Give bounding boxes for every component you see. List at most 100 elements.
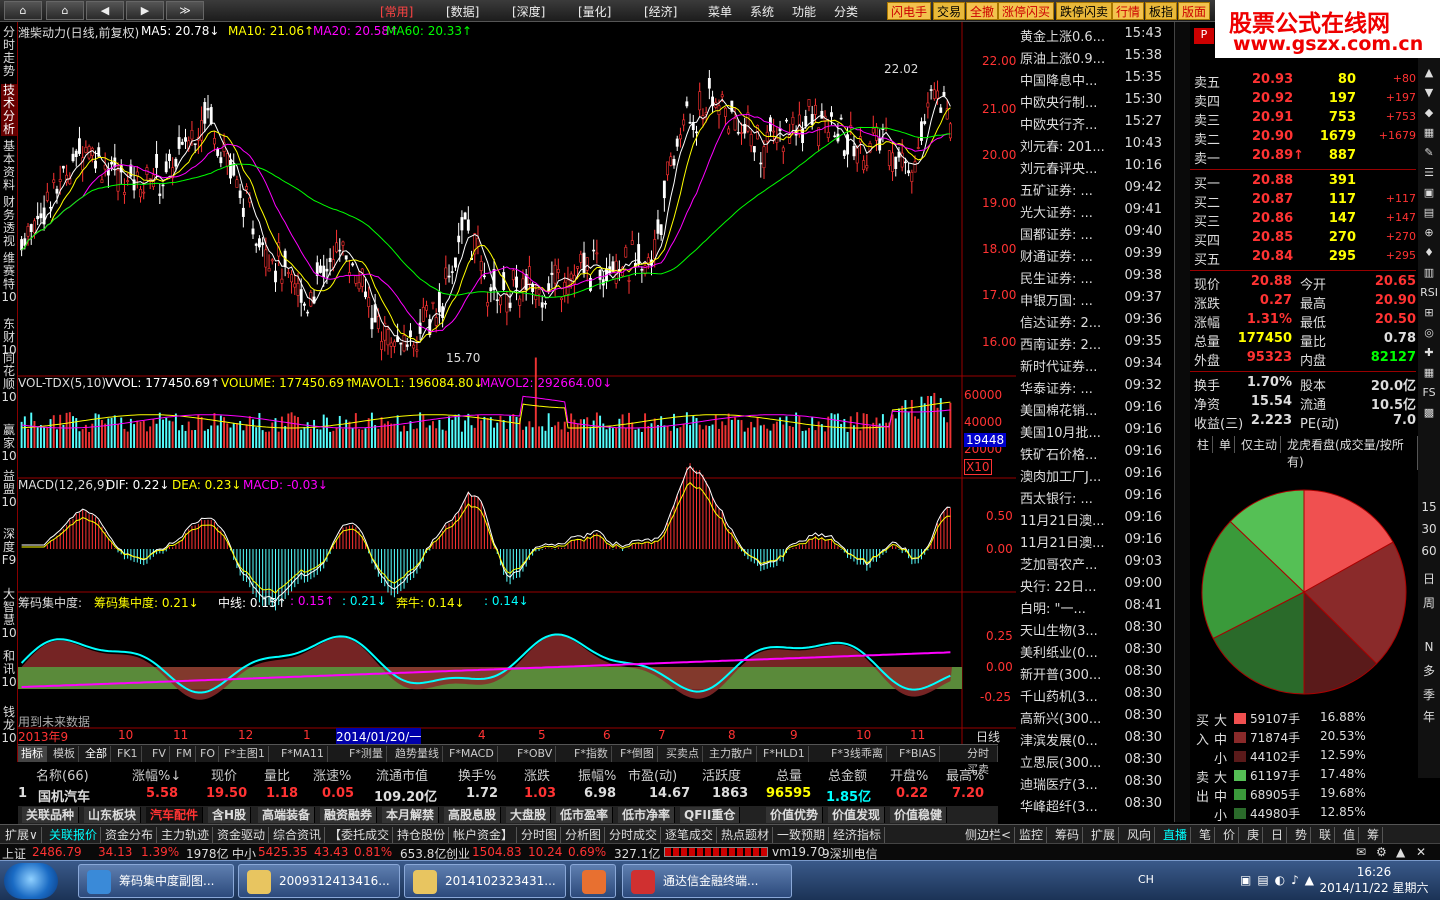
- period-button-1[interactable]: 30: [1420, 522, 1438, 536]
- side-tab-12[interactable]: 值: [1340, 827, 1360, 843]
- indicator-tab-12[interactable]: F*OBV: [514, 746, 557, 762]
- news-item[interactable]: 原油上涨0.9... 15:38: [1020, 48, 1170, 70]
- side-tab-7[interactable]: 价: [1220, 827, 1240, 843]
- col-pe[interactable]: 市盈(动): [628, 765, 677, 784]
- news-item[interactable]: 11月21日澳... 09:16: [1020, 510, 1170, 532]
- news-item[interactable]: 光大证券: ... 09:41: [1020, 202, 1170, 224]
- category-tab-1[interactable]: 山东板块: [84, 807, 142, 823]
- toolbar-icon-14[interactable]: ✚: [1420, 346, 1438, 359]
- news-item[interactable]: 黄金上涨0.6... 15:43: [1020, 26, 1170, 48]
- func-tab-3[interactable]: 主力轨迹: [158, 827, 214, 843]
- category-tab-7[interactable]: 高股息股: [444, 807, 502, 823]
- bid-row[interactable]: 买五 20.84 295 +295: [1194, 249, 1416, 268]
- category-tab-13[interactable]: 价值发现: [828, 807, 886, 823]
- func-tab-6[interactable]: 【委托成交: [326, 827, 394, 843]
- func-tab-8[interactable]: 帐户资金】: [450, 827, 518, 843]
- bid-row[interactable]: 买三 20.86 147 +147: [1194, 211, 1416, 230]
- news-item[interactable]: 中欧央行齐... 15:27: [1020, 114, 1170, 136]
- toolbar-icon-2[interactable]: ◆: [1420, 106, 1438, 119]
- indicator-tab-5[interactable]: FM: [173, 746, 196, 762]
- lefttab-basic[interactable]: 基本资料: [1, 140, 17, 192]
- func-tab-0[interactable]: 扩展∨: [2, 827, 42, 843]
- category-tab-14[interactable]: 价值稳健: [890, 807, 948, 823]
- func-tab-11[interactable]: 分时成交: [606, 827, 662, 843]
- side-tab-0[interactable]: 侧边栏<: [962, 827, 1016, 843]
- lefttab-finance[interactable]: 财务透视: [1, 196, 17, 248]
- menu-main[interactable]: 菜单: [708, 3, 732, 20]
- category-tab-11[interactable]: QFII重仓: [680, 807, 741, 823]
- period-button-4[interactable]: 周: [1420, 594, 1438, 611]
- home-button[interactable]: ⌂: [4, 1, 42, 20]
- toolbar-icon-13[interactable]: ◎: [1420, 326, 1438, 339]
- period-button-8[interactable]: 年: [1420, 708, 1438, 725]
- lefttab-timeshare[interactable]: 分时走势: [1, 26, 17, 78]
- toolbar-icon-12[interactable]: ⊞: [1420, 306, 1438, 319]
- news-item[interactable]: 财通证券: ... 09:39: [1020, 246, 1170, 268]
- func-tab-9[interactable]: 分时图: [518, 827, 562, 843]
- side-tab-4[interactable]: 风向: [1124, 827, 1156, 843]
- table-row[interactable]: 1 国机汽车 5.58 19.50 1.18 0.05 109.20亿 1.72…: [0, 784, 995, 806]
- forward-button[interactable]: ▶: [126, 1, 164, 20]
- ask-row[interactable]: 卖二 20.90 1679 +1679: [1194, 129, 1416, 148]
- indicator-tab-18[interactable]: F*3线乖离: [828, 746, 887, 762]
- news-item[interactable]: 迪瑞医疗(3... 08:30: [1020, 774, 1170, 796]
- category-tab-6[interactable]: 本月解禁: [382, 807, 440, 823]
- expand-button[interactable]: ≫: [166, 1, 204, 20]
- col-amplitude[interactable]: 振幅%: [578, 765, 616, 784]
- func-tab-10[interactable]: 分析图: [562, 827, 606, 843]
- news-item[interactable]: 美利纸业(0... 08:30: [1020, 642, 1170, 664]
- period-button-0[interactable]: 15: [1420, 500, 1438, 514]
- category-tab-3[interactable]: 含H股: [208, 807, 252, 823]
- taskbar-item-folder2[interactable]: 2014102323431...: [404, 864, 566, 898]
- period-button-5[interactable]: N: [1420, 640, 1438, 654]
- news-item[interactable]: 央行: 22日... 09:00: [1020, 576, 1170, 598]
- bid-row[interactable]: 买四 20.85 270 +270: [1194, 230, 1416, 249]
- indicator-tab-19[interactable]: F*BIAS: [896, 746, 941, 762]
- quick-limit-down-sell[interactable]: 跌停闪卖: [1056, 2, 1113, 20]
- category-tab-9[interactable]: 低市盈率: [556, 807, 614, 823]
- lefttab-dzh[interactable]: 大智慧10: [1, 588, 17, 640]
- side-tab-11[interactable]: 联: [1316, 827, 1336, 843]
- col-activity[interactable]: 活跃度: [702, 765, 741, 784]
- category-tab-0[interactable]: 关联品种: [22, 807, 80, 823]
- lefttab-f9[interactable]: 深度F9: [1, 528, 17, 567]
- indicator-tab-7[interactable]: F*主图1: [221, 746, 269, 762]
- toolbar-icon-7[interactable]: ▤: [1420, 206, 1438, 219]
- taskbar-item-browser[interactable]: 筹码集中度副图...: [78, 864, 234, 898]
- category-tab-12[interactable]: 价值优势: [766, 807, 824, 823]
- period-button-7[interactable]: 季: [1420, 686, 1438, 703]
- start-button[interactable]: [4, 863, 58, 899]
- menu-quant[interactable]: [量化]: [578, 3, 611, 20]
- func-tab-12[interactable]: 逐笔成交: [662, 827, 718, 843]
- toolbar-icon-8[interactable]: ⊕: [1420, 226, 1438, 239]
- home-icon-button[interactable]: ⌂: [46, 1, 84, 20]
- news-item[interactable]: 民生证券: ... 09:38: [1020, 268, 1170, 290]
- category-tab-5[interactable]: 融资融券: [320, 807, 378, 823]
- col-high-pct[interactable]: 最高%: [946, 765, 984, 784]
- col-volume[interactable]: 总量: [776, 765, 802, 784]
- news-item[interactable]: 高新兴(300... 08:30: [1020, 708, 1170, 730]
- indicator-tab-2[interactable]: 全部: [82, 746, 111, 762]
- side-tab-5[interactable]: 直播: [1160, 827, 1192, 843]
- news-item[interactable]: 白明: "一... 08:41: [1020, 598, 1170, 620]
- side-tab-1[interactable]: 监控: [1016, 827, 1048, 843]
- category-tab-2[interactable]: 汽车配件: [146, 807, 204, 823]
- toolbar-icon-15[interactable]: ▦: [1420, 366, 1438, 379]
- news-item[interactable]: 五矿证券: ... 09:42: [1020, 180, 1170, 202]
- lefttab-hexun[interactable]: 和讯10: [1, 650, 17, 689]
- menu-data[interactable]: [数据]: [446, 3, 479, 20]
- func-tab-4[interactable]: 资金驱动: [214, 827, 270, 843]
- bell-icon[interactable]: ⚙: [1376, 845, 1387, 859]
- news-item[interactable]: 天山生物(3... 08:30: [1020, 620, 1170, 642]
- taskbar-item-folder1[interactable]: 2009312413416...: [238, 864, 400, 898]
- close-icon[interactable]: ✕: [1416, 845, 1426, 859]
- news-item[interactable]: 中国降息中... 15:35: [1020, 70, 1170, 92]
- side-tab-6[interactable]: 笔: [1196, 827, 1216, 843]
- news-item[interactable]: 新开普(300... 08:30: [1020, 664, 1170, 686]
- toolbar-icon-4[interactable]: ✎: [1420, 146, 1438, 159]
- category-tab-8[interactable]: 大盘股: [506, 807, 552, 823]
- quick-index[interactable]: 板指: [1145, 2, 1178, 20]
- func-tab-1[interactable]: 关联报价: [46, 827, 102, 843]
- ask-row[interactable]: 卖四 20.92 197 +197: [1194, 91, 1416, 110]
- toolbar-icon-9[interactable]: ♦: [1420, 246, 1438, 259]
